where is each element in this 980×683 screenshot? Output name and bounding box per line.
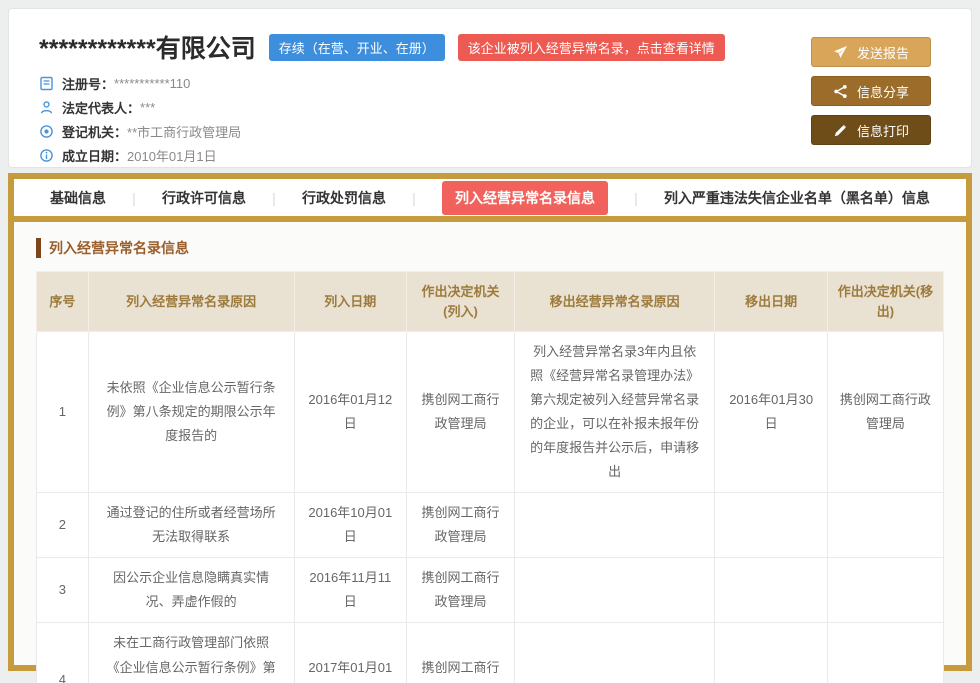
info-label: 登记机关：: [62, 122, 127, 141]
tab-divider: |: [412, 190, 416, 206]
cell-removal-date: [715, 623, 827, 683]
col-removal-date: 移出日期: [715, 272, 827, 332]
tab-basic-info[interactable]: 基础信息: [50, 188, 106, 208]
cell-listing-reason: 未在工商行政管理部门依照《企业信息公示暂行条例》第十条规定责令的期限内公示有关企…: [88, 623, 294, 683]
legal-representative-line: 法定代表人： ***: [39, 98, 941, 117]
action-label: 信息分享: [857, 82, 909, 101]
cell-listing-reason: 因公示企业信息隐瞒真实情况、弄虚作假的: [88, 558, 294, 623]
cell-removal-reason: [514, 623, 714, 683]
info-value: ***: [140, 100, 155, 115]
cell-removal-date: 2016年01月30日: [715, 332, 827, 493]
status-badge: 存续（在营、开业、在册）: [269, 34, 445, 61]
tab-admin-penalty[interactable]: 行政处罚信息: [302, 188, 386, 208]
print-info-button[interactable]: 信息打印: [811, 115, 931, 145]
detail-panel: 基础信息 | 行政许可信息 | 行政处罚信息 | 列入经营异常名录信息 | 列入…: [8, 173, 972, 671]
cell-listing-reason: 未依照《企业信息公示暂行条例》第八条规定的期限公示年度报告的: [88, 332, 294, 493]
registration-authority-line: 登记机关： **市工商行政管理局: [39, 122, 941, 141]
print-icon: [833, 123, 848, 138]
info-label: 注册号：: [62, 74, 114, 93]
cell-listing-organ: 携创网工商行政管理局: [407, 558, 515, 623]
cell-removal-organ: 携创网工商行政管理局: [827, 332, 943, 493]
tab-divider: |: [132, 190, 136, 206]
section-title: 列入经营异常名录信息: [36, 238, 944, 258]
cell-listing-date: 2016年10月01日: [294, 493, 406, 558]
cell-serial: 1: [37, 332, 89, 493]
cell-listing-organ: 携创网工商行政管理局: [407, 623, 515, 683]
action-buttons: 发送报告 信息分享 信息打印: [811, 37, 931, 145]
cell-listing-date: 2017年01月01日: [294, 623, 406, 683]
col-removal-organ: 作出决定机关(移出): [827, 272, 943, 332]
cell-serial: 2: [37, 493, 89, 558]
info-value: ***********110: [114, 76, 190, 91]
person-icon: [39, 100, 54, 115]
action-label: 信息打印: [857, 121, 909, 140]
cell-listing-reason: 通过登记的住所或者经营场所无法取得联系: [88, 493, 294, 558]
tab-blacklist[interactable]: 列入严重违法失信企业名单（黑名单）信息: [664, 188, 930, 208]
cell-removal-date: [715, 558, 827, 623]
abnormal-warning-badge[interactable]: 该企业被列入经营异常名录，点击查看详情: [458, 34, 725, 61]
col-serial: 序号: [37, 272, 89, 332]
table-header-row: 序号 列入经营异常名录原因 列入日期 作出决定机关(列入) 移出经营异常名录原因…: [37, 272, 944, 332]
cell-serial: 3: [37, 558, 89, 623]
col-listing-date: 列入日期: [294, 272, 406, 332]
company-name: ************有限公司: [39, 29, 256, 65]
cell-listing-date: 2016年01月12日: [294, 332, 406, 493]
info-label: 成立日期：: [62, 146, 127, 165]
tab-divider: |: [272, 190, 276, 206]
cell-removal-organ: [827, 623, 943, 683]
col-listing-organ: 作出决定机关(列入): [407, 272, 515, 332]
company-header-card: ************有限公司 存续（在营、开业、在册） 该企业被列入经营异常…: [8, 8, 972, 168]
send-icon: [833, 45, 848, 60]
send-report-button[interactable]: 发送报告: [811, 37, 931, 67]
share-info-button[interactable]: 信息分享: [811, 76, 931, 106]
share-icon: [833, 84, 848, 99]
table-row: 1 未依照《企业信息公示暂行条例》第八条规定的期限公示年度报告的 2016年01…: [37, 332, 944, 493]
info-label: 法定代表人：: [62, 98, 140, 117]
cell-removal-reason: 列入经营异常名录3年内且依照《经营异常名录管理办法》第六规定被列入经营异常名录的…: [514, 332, 714, 493]
tab-divider: |: [634, 190, 638, 206]
cell-removal-organ: [827, 558, 943, 623]
table-row: 3 因公示企业信息隐瞒真实情况、弄虚作假的 2016年11月11日 携创网工商行…: [37, 558, 944, 623]
location-icon: [39, 124, 54, 139]
abnormal-operations-table: 序号 列入经营异常名录原因 列入日期 作出决定机关(列入) 移出经营异常名录原因…: [36, 271, 944, 683]
tab-bar: 基础信息 | 行政许可信息 | 行政处罚信息 | 列入经营异常名录信息 | 列入…: [14, 179, 966, 222]
info-value: **市工商行政管理局: [127, 122, 241, 141]
col-removal-reason: 移出经营异常名录原因: [514, 272, 714, 332]
cell-listing-organ: 携创网工商行政管理局: [407, 332, 515, 493]
col-listing-reason: 列入经营异常名录原因: [88, 272, 294, 332]
info-icon: [39, 148, 54, 163]
cell-listing-date: 2016年11月11日: [294, 558, 406, 623]
table-row: 2 通过登记的住所或者经营场所无法取得联系 2016年10月01日 携创网工商行…: [37, 493, 944, 558]
cell-removal-date: [715, 493, 827, 558]
cell-listing-organ: 携创网工商行政管理局: [407, 493, 515, 558]
registration-number-line: 注册号： ***********110: [39, 74, 941, 93]
cell-removal-reason: [514, 493, 714, 558]
info-value: 2010年01月1日: [127, 146, 217, 165]
tab-abnormal-operations[interactable]: 列入经营异常名录信息: [442, 181, 608, 215]
cell-serial: 4: [37, 623, 89, 683]
establishment-date-line: 成立日期： 2010年01月1日: [39, 146, 941, 165]
cell-removal-organ: [827, 493, 943, 558]
tab-admin-license[interactable]: 行政许可信息: [162, 188, 246, 208]
action-label: 发送报告: [857, 43, 909, 62]
cell-removal-reason: [514, 558, 714, 623]
company-info-list: 注册号： ***********110 法定代表人： *** 登记机关： **市…: [39, 74, 941, 165]
table-row: 4 未在工商行政管理部门依照《企业信息公示暂行条例》第十条规定责令的期限内公示有…: [37, 623, 944, 683]
certificate-icon: [39, 76, 54, 91]
panel-content: 列入经营异常名录信息 序号 列入经营异常名录原因 列入日期 作出决定机关(列入)…: [14, 222, 966, 683]
